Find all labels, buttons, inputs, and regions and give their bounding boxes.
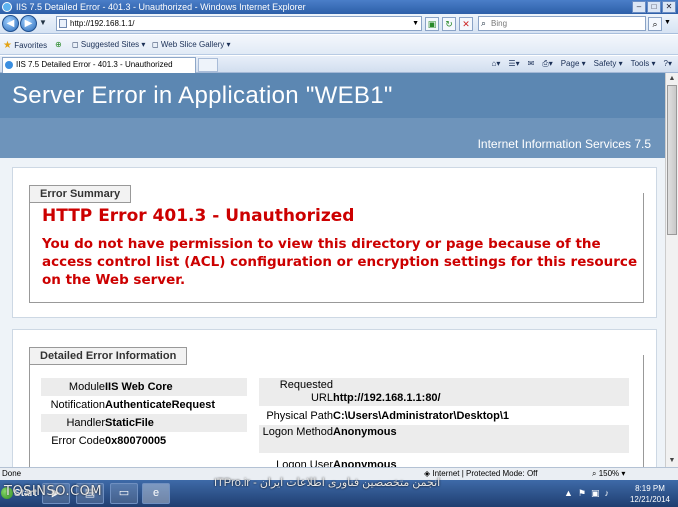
mail-icon[interactable]: ✉ [528, 59, 535, 69]
refresh-icon[interactable]: ↻ [442, 17, 456, 31]
scroll-down-icon[interactable]: ▼ [667, 456, 677, 466]
clock-date: 12/21/2014 [629, 495, 670, 504]
history-dropdown-icon[interactable]: ▼ [39, 18, 47, 27]
help-icon[interactable]: ?▾ [664, 59, 672, 69]
detail-row-requested-url: Requested URLhttp://192.168.1.1:80/ [259, 378, 629, 406]
scroll-up-icon[interactable]: ▲ [667, 74, 677, 84]
error-summary-legend: Error Summary [29, 185, 132, 203]
search-input[interactable]: ⌕ Bing [478, 16, 646, 31]
scrollbar-thumb[interactable] [667, 85, 677, 235]
page-icon [59, 19, 67, 28]
page-menu[interactable]: Page ▾ [561, 59, 586, 69]
detail-row-error-code: Error Code0x80070005 [51, 435, 167, 447]
error-summary-box: Error Summary HTTP Error 401.3 - Unautho… [12, 167, 657, 318]
page-content: Server Error in Application "WEB1" Inter… [0, 73, 665, 467]
favorites-bar: ★ Favorites ⊕ ◻ Suggested Sites ▾ ◻ Web … [0, 35, 678, 55]
star-icon: ★ [3, 40, 12, 51]
clock-time: 8:19 PM [635, 484, 665, 493]
page-header-title: Server Error in Application "WEB1" [0, 73, 665, 118]
search-icon[interactable]: ⌕ [648, 17, 662, 31]
zoom-level[interactable]: ⌕ 150% ▾ [592, 468, 625, 480]
search-placeholder: Bing [491, 19, 508, 28]
error-description: You do not have permission to view this … [42, 236, 638, 288]
address-dropdown-icon[interactable]: ▼ [412, 17, 419, 30]
stop-icon[interactable]: ✕ [459, 17, 473, 31]
detail-row-notification: NotificationAuthenticateRequest [50, 399, 216, 411]
minimize-button[interactable]: – [632, 1, 646, 13]
tools-menu[interactable]: Tools ▾ [631, 59, 656, 69]
address-url: http://192.168.1.1/ [70, 19, 135, 28]
tray-network-icon[interactable]: ▣ [591, 488, 600, 499]
command-bar: ⌂▾ ☰▾ ✉ ⎙▾ Page ▾ Safety ▾ Tools ▾ ?▾ [492, 59, 672, 69]
web-slice-gallery-link[interactable]: ◻ Web Slice Gallery ▾ [152, 40, 231, 49]
compatibility-icon[interactable]: ▣ [425, 17, 439, 31]
address-bar-row: ◀ ▶ ▼ http://192.168.1.1/ ▼ ▣ ↻ ✕ ⌕ Bing… [0, 14, 678, 34]
close-button[interactable]: ✕ [662, 1, 676, 13]
detail-row-logon-method: Logon MethodAnonymous [259, 425, 629, 453]
print-icon[interactable]: ⎙▾ [542, 59, 552, 69]
back-button[interactable]: ◀ [2, 15, 19, 32]
watermark-center: ITPro.ir - انجمن متخصصین فناوری اطلاعات … [214, 477, 441, 489]
detail-row-module: ModuleIIS Web Core [41, 378, 247, 396]
feeds-icon[interactable]: ☰▾ [508, 59, 519, 69]
tray-volume-icon[interactable]: ♪ [605, 488, 610, 499]
page-header-subtitle: Internet Information Services 7.5 [0, 118, 665, 158]
add-favorite-icon[interactable]: ⊕ [55, 40, 62, 49]
search-options-icon[interactable]: ▼ [664, 19, 671, 26]
error-title: HTTP Error 401.3 - Unauthorized [42, 206, 355, 226]
taskbar-clock[interactable]: 8:19 PM 12/21/2014 [630, 483, 670, 505]
favorites-button[interactable]: ★ Favorites [3, 40, 47, 51]
tray-expand-icon[interactable]: ▲ [564, 488, 573, 499]
taskbar-ie-icon[interactable]: e [142, 483, 170, 504]
window-controls: – □ ✕ [632, 1, 676, 13]
forward-button[interactable]: ▶ [20, 15, 37, 32]
address-input[interactable]: http://192.168.1.1/ ▼ [56, 16, 422, 31]
taskbar-explorer-icon[interactable]: ▭ [110, 483, 138, 504]
detailed-error-box: Detailed Error Information ModuleIIS Web… [12, 329, 657, 467]
window-title-bar: IIS 7.5 Detailed Error - 401.3 - Unautho… [0, 0, 678, 14]
system-tray: ▲ ⚑ ▣ ♪ [564, 488, 609, 499]
detailed-error-legend: Detailed Error Information [29, 347, 188, 365]
detail-row-physical-path: Physical PathC:\Users\Administrator\Desk… [266, 410, 510, 422]
status-text: Done [2, 469, 22, 478]
new-tab-button[interactable] [198, 58, 218, 72]
maximize-button[interactable]: □ [647, 1, 661, 13]
home-icon[interactable]: ⌂▾ [492, 59, 501, 69]
tab-label: IIS 7.5 Detailed Error - 401.3 - Unautho… [16, 60, 173, 69]
watermark-left: TOSINSO.COM [4, 484, 103, 499]
tab-active[interactable]: IIS 7.5 Detailed Error - 401.3 - Unautho… [2, 57, 196, 73]
security-zone[interactable]: ◈ Internet | Protected Mode: Off [424, 468, 537, 480]
detail-row-handler: HandlerStaticFile [41, 414, 247, 432]
window-title: IIS 7.5 Detailed Error - 401.3 - Unautho… [16, 2, 306, 12]
ie-logo-icon [2, 2, 12, 12]
vertical-scrollbar[interactable]: ▲ ▼ [665, 73, 678, 467]
safety-menu[interactable]: Safety ▾ [594, 59, 623, 69]
tab-bar: IIS 7.5 Detailed Error - 401.3 - Unautho… [0, 56, 678, 73]
suggested-sites-link[interactable]: ◻ Suggested Sites ▾ [72, 40, 145, 49]
tray-flag-icon[interactable]: ⚑ [578, 488, 586, 499]
detail-row-logon-user: Logon UserAnonymous [276, 459, 397, 467]
tab-favicon-icon [5, 61, 13, 69]
search-engine-icon: ⌕ [481, 18, 487, 28]
